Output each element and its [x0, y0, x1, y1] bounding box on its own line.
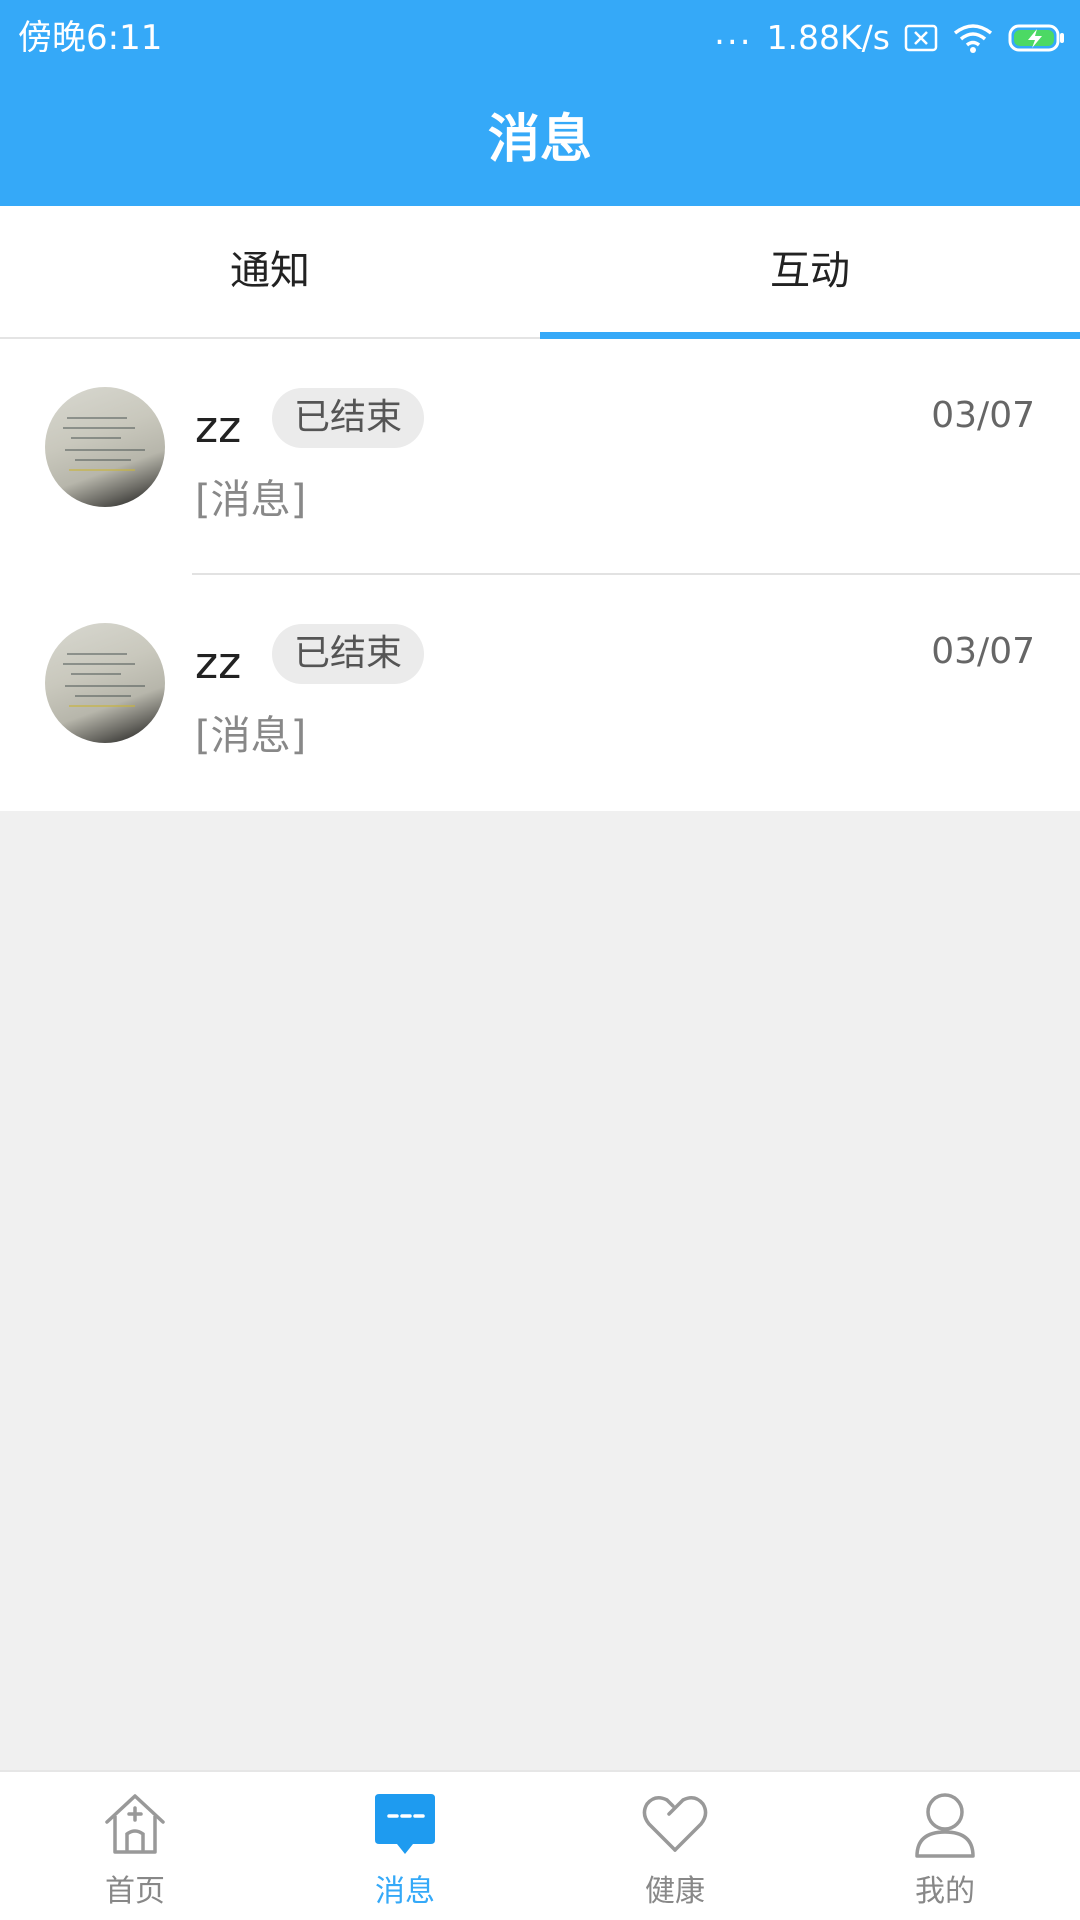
list-item[interactable]: zz 已结束 03/07 [消息]	[0, 339, 1080, 575]
nav-label-home: 首页	[105, 1874, 165, 1909]
network-speed: 1.88K/s	[766, 18, 890, 57]
page-title: 消息	[487, 110, 592, 170]
avatar	[45, 623, 165, 743]
sender-name: zz	[195, 638, 242, 689]
nav-home[interactable]: 首页	[0, 1772, 270, 1920]
nav-label-messages: 消息	[375, 1874, 435, 1909]
nav-profile[interactable]: 我的	[810, 1772, 1080, 1920]
tab-interactions[interactable]: 互动	[540, 206, 1080, 337]
nav-health[interactable]: 健康	[540, 1772, 810, 1920]
tab-bar: 通知 互动	[0, 206, 1080, 339]
status-time: 傍晚6:11	[18, 18, 163, 58]
status-dots: ...	[714, 13, 753, 53]
message-date: 03/07	[931, 631, 1035, 672]
list-item[interactable]: zz 已结束 03/07 [消息]	[0, 575, 1080, 811]
heart-icon	[639, 1788, 711, 1860]
status-badge: 已结束	[272, 624, 425, 684]
status-badge: 已结束	[272, 388, 425, 448]
tab-notifications[interactable]: 通知	[0, 206, 540, 337]
bottom-nav: 首页 消息 健康 我的	[0, 1770, 1080, 1920]
app-header: 傍晚6:11 ... 1.88K/s 消息	[0, 0, 1080, 206]
nav-messages[interactable]: 消息	[270, 1772, 540, 1920]
wifi-icon	[952, 21, 994, 55]
avatar	[45, 387, 165, 507]
message-date: 03/07	[931, 395, 1035, 436]
sim-x-icon	[904, 23, 938, 53]
home-icon	[99, 1788, 171, 1860]
nav-label-profile: 我的	[915, 1874, 975, 1909]
message-screen: 傍晚6:11 ... 1.88K/s 消息 通知 互动 zz 已结束 03/07…	[0, 0, 1080, 1920]
message-icon	[369, 1788, 441, 1860]
message-preview: [消息]	[195, 713, 307, 759]
message-list: zz 已结束 03/07 [消息] zz 已结束 03/07 [消息]	[0, 339, 1080, 811]
nav-label-health: 健康	[645, 1874, 705, 1909]
message-preview: [消息]	[195, 477, 307, 523]
status-bar-right: ... 1.88K/s	[714, 13, 1066, 62]
person-icon	[909, 1788, 981, 1860]
active-tab-indicator	[540, 332, 1080, 339]
battery-charging-icon	[1008, 23, 1066, 53]
sender-name: zz	[195, 402, 242, 453]
